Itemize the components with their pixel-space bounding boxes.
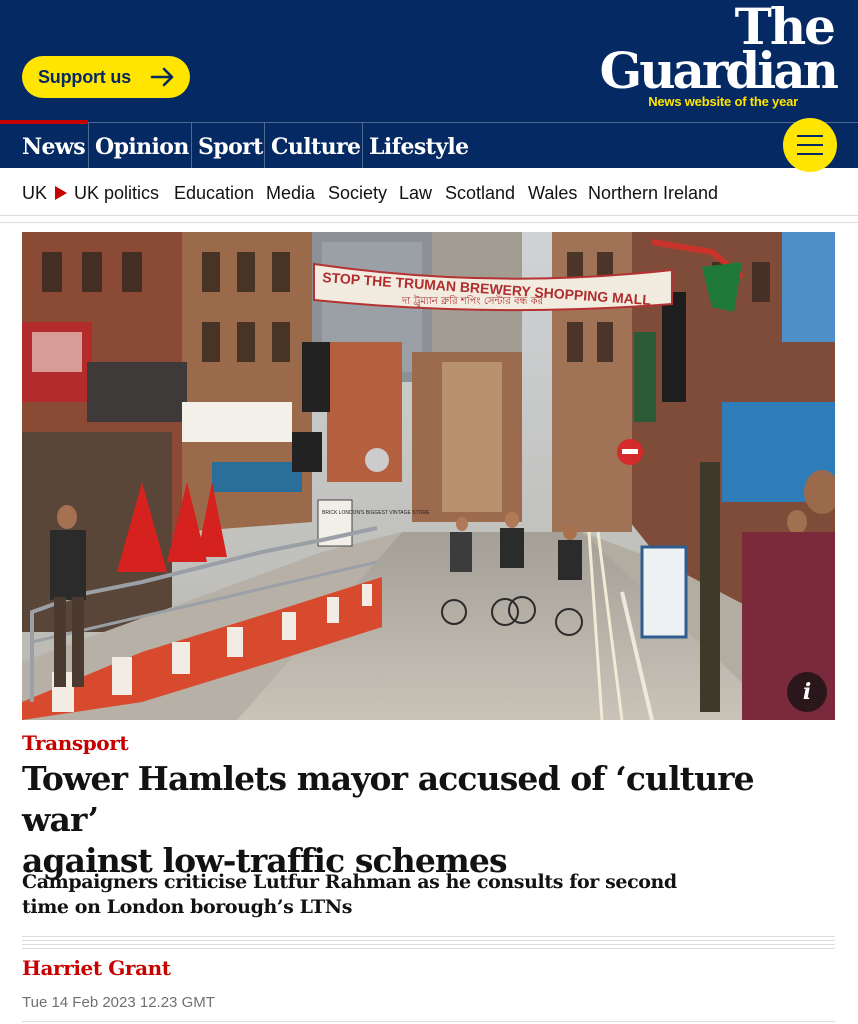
- banner-text-bengali: দা ট্রুম্যান ব্রুরি শপিং সেন্টার বন্ধ কর: [401, 295, 544, 308]
- headline: Tower Hamlets mayor accused of ‘culture …: [22, 758, 822, 881]
- street-photo: STOP THE TRUMAN BREWERY SHOPPING MALL দা…: [22, 232, 835, 720]
- menu-button[interactable]: [783, 118, 837, 172]
- standfirst-line-2: time on London borough’s LTNs: [22, 896, 353, 918]
- hamburger-icon-line: [797, 144, 823, 146]
- arrow-right-icon: [150, 67, 174, 87]
- subnav-item-education[interactable]: Education: [174, 182, 254, 204]
- divider: [22, 1021, 835, 1022]
- subnav-item-uk-politics[interactable]: UK politics: [74, 182, 159, 204]
- subnav-item-wales[interactable]: Wales: [528, 182, 577, 204]
- pillar-divider: [88, 123, 89, 168]
- subnav-item-society[interactable]: Society: [328, 182, 387, 204]
- hamburger-icon: [797, 135, 823, 137]
- masthead: Support us The Guardian News website of …: [0, 0, 858, 122]
- hamburger-icon-line: [797, 153, 823, 155]
- pillar-divider: [191, 123, 192, 168]
- pillar-lifestyle[interactable]: Lifestyle: [369, 123, 469, 168]
- subnav-item-uk[interactable]: UK: [22, 182, 47, 204]
- headline-line-1: Tower Hamlets mayor accused of ‘culture …: [22, 759, 755, 839]
- divider: [0, 222, 858, 223]
- standfirst-line-1: Campaigners criticise Lutfur Rahman as h…: [22, 871, 677, 893]
- hero-image[interactable]: STOP THE TRUMAN BREWERY SHOPPING MALL দা…: [22, 232, 835, 720]
- pillar-divider: [264, 123, 265, 168]
- logo-guardian: Guardian: [599, 41, 840, 100]
- subnav-item-scotland[interactable]: Scotland: [445, 182, 515, 204]
- subnav-item-media[interactable]: Media: [266, 182, 315, 204]
- pillar-sport[interactable]: Sport: [198, 123, 263, 168]
- publish-date: Tue 14 Feb 2023 12.23 GMT: [22, 994, 215, 1011]
- pillar-culture[interactable]: Culture: [271, 123, 361, 168]
- info-icon[interactable]: i: [787, 672, 827, 712]
- guardian-logo[interactable]: The Guardian News website of the year: [576, 2, 840, 110]
- subnav-item-law[interactable]: Law: [399, 182, 432, 204]
- pillar-news[interactable]: News: [22, 123, 86, 168]
- sub-nav: UK UK politics Education Media Society L…: [0, 168, 858, 216]
- pillar-opinion[interactable]: Opinion: [95, 123, 189, 168]
- pillar-divider: [362, 123, 363, 168]
- subnav-item-northern-ireland[interactable]: Northern Ireland: [588, 182, 718, 204]
- standfirst: Campaigners criticise Lutfur Rahman as h…: [22, 870, 702, 920]
- triangle-right-icon: [55, 186, 67, 200]
- meta-divider: [22, 936, 835, 949]
- byline-author[interactable]: Harriet Grant: [22, 956, 171, 980]
- support-us-label: Support us: [38, 66, 131, 87]
- support-us-button[interactable]: Support us: [22, 56, 190, 98]
- pillar-nav: News Opinion Sport Culture Lifestyle: [0, 120, 858, 168]
- shop-sign-text: BRICK LONDON'S BIGGEST VINTAGE STORE: [322, 510, 430, 516]
- section-kicker[interactable]: Transport: [22, 731, 129, 755]
